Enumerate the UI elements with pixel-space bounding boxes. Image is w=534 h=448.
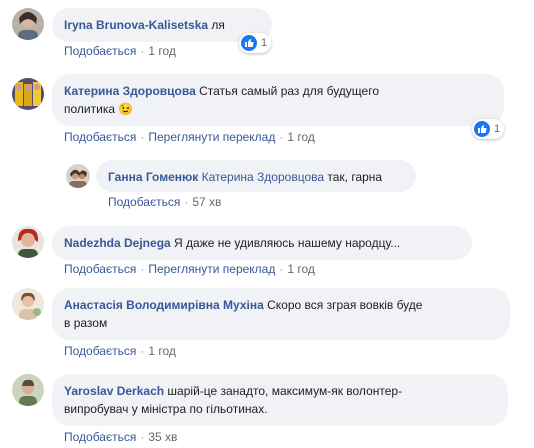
separator: · xyxy=(140,130,145,144)
like-button[interactable]: Подобається xyxy=(64,262,136,276)
separator: · xyxy=(279,130,284,144)
comment-text: Я даже не удивляюсь нашему народцу... xyxy=(174,236,401,250)
avatar[interactable] xyxy=(66,164,90,188)
comment-bubble: Анастасія Володимирівна Мухіна Скоро вся… xyxy=(52,288,510,340)
comment-text-line2: политика xyxy=(64,102,115,116)
timestamp[interactable]: 57 хв xyxy=(192,195,221,209)
separator: · xyxy=(140,344,145,358)
avatar[interactable] xyxy=(12,374,44,406)
comment-bubble: Ганна Гоменюк Катерина Здоровцова так, г… xyxy=(96,160,416,192)
comment-actions: Подобається · 1 год xyxy=(64,344,176,358)
wink-emoji-icon: 😉 xyxy=(118,102,134,116)
comment-bubble: Iryna Brunova-Kalisetska ля xyxy=(52,8,272,42)
separator: · xyxy=(140,44,145,58)
comment-bubble: Катерина Здоровцова Статья самый раз для… xyxy=(52,74,504,126)
see-translation-button[interactable]: Переглянути переклад xyxy=(148,130,275,144)
comment-actions: Подобається · 57 хв xyxy=(108,195,221,209)
comment-text: ля xyxy=(211,18,225,32)
comment-text-line2: випробувач у міністра по гільотинах. xyxy=(64,402,268,416)
comment-text-line1: шарій-це занадто, максимум-як волонтер- xyxy=(167,384,403,398)
timestamp[interactable]: 1 год xyxy=(287,130,315,144)
like-icon xyxy=(474,121,490,137)
comment-bubble: Nadezhda Dejnega Я даже не удивляюсь наш… xyxy=(52,226,472,260)
comment-actions: Подобається · Переглянути переклад · 1 год xyxy=(64,262,315,276)
comment-author[interactable]: Nadezhda Dejnega xyxy=(64,236,171,250)
comment-actions: Подобається · Переглянути переклад · 1 год xyxy=(64,130,315,144)
reaction-count[interactable]: 1 xyxy=(472,119,505,139)
separator: · xyxy=(140,262,145,276)
like-button[interactable]: Подобається xyxy=(108,195,180,209)
comment-author[interactable]: Iryna Brunova-Kalisetska xyxy=(64,18,208,32)
like-button[interactable]: Подобається xyxy=(64,430,136,444)
comment-bubble: Yaroslav Derkach шарій-це занадто, макси… xyxy=(52,374,508,426)
avatar[interactable] xyxy=(12,8,44,40)
comment-author[interactable]: Анастасія Володимирівна Мухіна xyxy=(64,298,264,312)
see-translation-button[interactable]: Переглянути переклад xyxy=(148,262,275,276)
avatar[interactable] xyxy=(12,78,44,110)
comment-text-line1: Статья самый раз для будущего xyxy=(199,84,380,98)
timestamp[interactable]: 1 год xyxy=(148,44,176,58)
comment-actions: Подобається · 35 хв xyxy=(64,430,177,444)
comment-author[interactable]: Катерина Здоровцова xyxy=(64,84,196,98)
separator: · xyxy=(140,430,145,444)
comment-actions: Подобається · 1 год xyxy=(64,44,176,58)
comment-text-line1: Скоро вся зграя вовків буде xyxy=(267,298,423,312)
like-button[interactable]: Подобається xyxy=(64,344,136,358)
reaction-number: 1 xyxy=(261,37,268,49)
timestamp[interactable]: 1 год xyxy=(148,344,176,358)
reaction-number: 1 xyxy=(494,123,501,135)
comment-text: так, гарна xyxy=(327,170,383,184)
like-icon xyxy=(241,35,257,51)
separator: · xyxy=(279,262,284,276)
reaction-count[interactable]: 1 xyxy=(239,33,272,53)
separator: · xyxy=(184,195,189,209)
comment-author[interactable]: Ганна Гоменюк xyxy=(108,170,198,184)
avatar[interactable] xyxy=(12,226,44,258)
timestamp[interactable]: 35 хв xyxy=(148,430,177,444)
like-button[interactable]: Подобається xyxy=(64,44,136,58)
like-button[interactable]: Подобається xyxy=(64,130,136,144)
comment-text-line2: в разом xyxy=(64,316,108,330)
timestamp[interactable]: 1 год xyxy=(287,262,315,276)
mention-link[interactable]: Катерина Здоровцова xyxy=(202,170,324,184)
avatar[interactable] xyxy=(12,288,44,320)
comment-author[interactable]: Yaroslav Derkach xyxy=(64,384,164,398)
